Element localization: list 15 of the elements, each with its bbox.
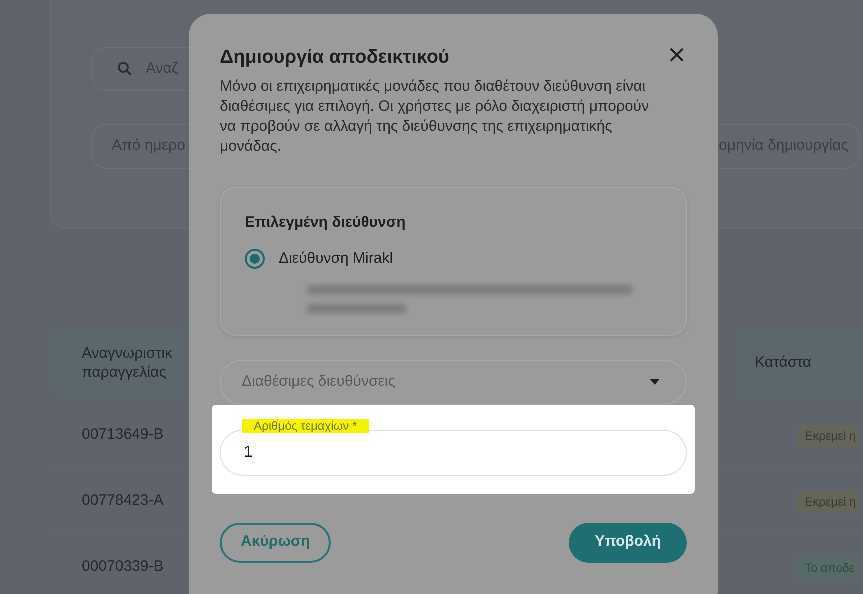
- table-cell-text: 00713649-B: [81, 425, 165, 446]
- column-header: Κατάστα: [736, 329, 863, 397]
- column-header: Αναγνωριστικ παραγγελίας: [50, 329, 189, 397]
- submit-button[interactable]: Υποβολή: [568, 522, 687, 562]
- dropdown-caret-icon: [650, 379, 660, 385]
- radio-button[interactable]: [245, 249, 265, 270]
- dropdown-placeholder: Διαθέσιμες διευθύνσεις: [242, 372, 396, 392]
- table-cell-text: 00778423-A: [81, 491, 165, 512]
- address-heading: Επιλεγμένη διεύθυνση: [245, 212, 407, 232]
- address-option-label: Διεύθυνση Mirakl: [279, 249, 394, 269]
- cancel-button[interactable]: Ακύρωση: [220, 522, 332, 562]
- quantity-label: Αριθμός τεμαχίων *: [242, 418, 370, 432]
- search-icon: [116, 60, 134, 78]
- close-icon[interactable]: [670, 48, 684, 62]
- table-cell-text: 00070339-B: [81, 557, 165, 578]
